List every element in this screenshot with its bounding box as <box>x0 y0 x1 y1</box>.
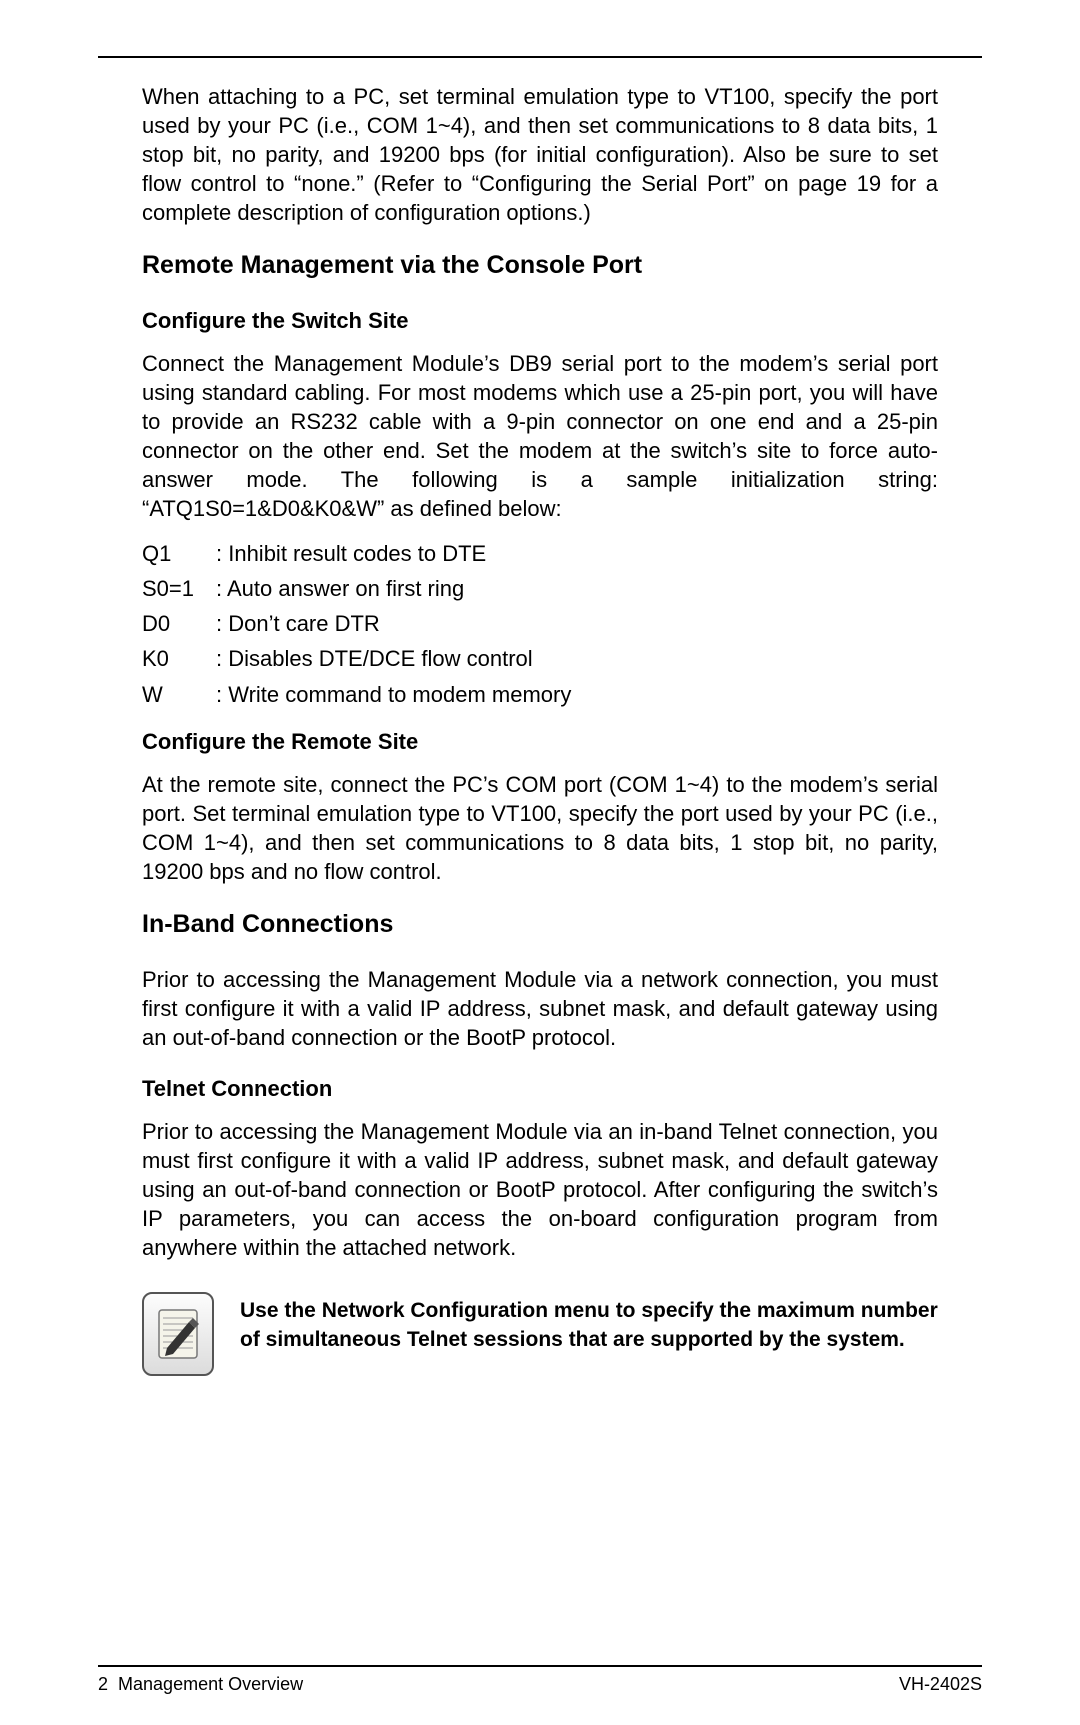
def-row: W : Write command to modem memory <box>142 680 938 709</box>
para-configure-remote-site: At the remote site, connect the PC’s COM… <box>142 770 938 886</box>
def-val: : Inhibit result codes to DTE <box>216 539 938 568</box>
heading-remote-management: Remote Management via the Console Port <box>142 249 938 282</box>
para-inband: Prior to accessing the Management Module… <box>142 965 938 1052</box>
footer-left: 2 Management Overview <box>98 1674 303 1695</box>
note-block: Use the Network Configuration menu to sp… <box>142 1292 938 1376</box>
def-row: S0=1 : Auto answer on first ring <box>142 574 938 603</box>
page-content: When attaching to a PC, set terminal emu… <box>98 58 982 1376</box>
def-val: : Auto answer on first ring <box>216 574 938 603</box>
subheading-telnet-connection: Telnet Connection <box>142 1074 938 1103</box>
note-text: Use the Network Configuration menu to sp… <box>240 1292 938 1355</box>
para-configure-switch-site: Connect the Management Module’s DB9 seri… <box>142 349 938 523</box>
def-key: W <box>142 680 216 709</box>
definition-list: Q1 : Inhibit result codes to DTE S0=1 : … <box>142 539 938 708</box>
def-key: D0 <box>142 609 216 638</box>
def-key: S0=1 <box>142 574 216 603</box>
footer-right: VH-2402S <box>899 1674 982 1695</box>
heading-inband-connections: In-Band Connections <box>142 908 938 941</box>
def-key: Q1 <box>142 539 216 568</box>
intro-paragraph: When attaching to a PC, set terminal emu… <box>142 82 938 227</box>
def-row: D0 : Don’t care DTR <box>142 609 938 638</box>
def-row: K0 : Disables DTE/DCE flow control <box>142 644 938 673</box>
footer-page-num: 2 <box>98 1674 108 1694</box>
subheading-configure-remote-site: Configure the Remote Site <box>142 727 938 756</box>
subheading-configure-switch-site: Configure the Switch Site <box>142 306 938 335</box>
note-icon <box>142 1292 214 1376</box>
def-val: : Don’t care DTR <box>216 609 938 638</box>
bottom-rule <box>98 1665 982 1667</box>
def-key: K0 <box>142 644 216 673</box>
def-val: : Write command to modem memory <box>216 680 938 709</box>
para-telnet: Prior to accessing the Management Module… <box>142 1117 938 1262</box>
def-row: Q1 : Inhibit result codes to DTE <box>142 539 938 568</box>
page-footer: 2 Management Overview VH-2402S <box>98 1674 982 1695</box>
footer-section: Management Overview <box>118 1674 303 1694</box>
def-val: : Disables DTE/DCE flow control <box>216 644 938 673</box>
